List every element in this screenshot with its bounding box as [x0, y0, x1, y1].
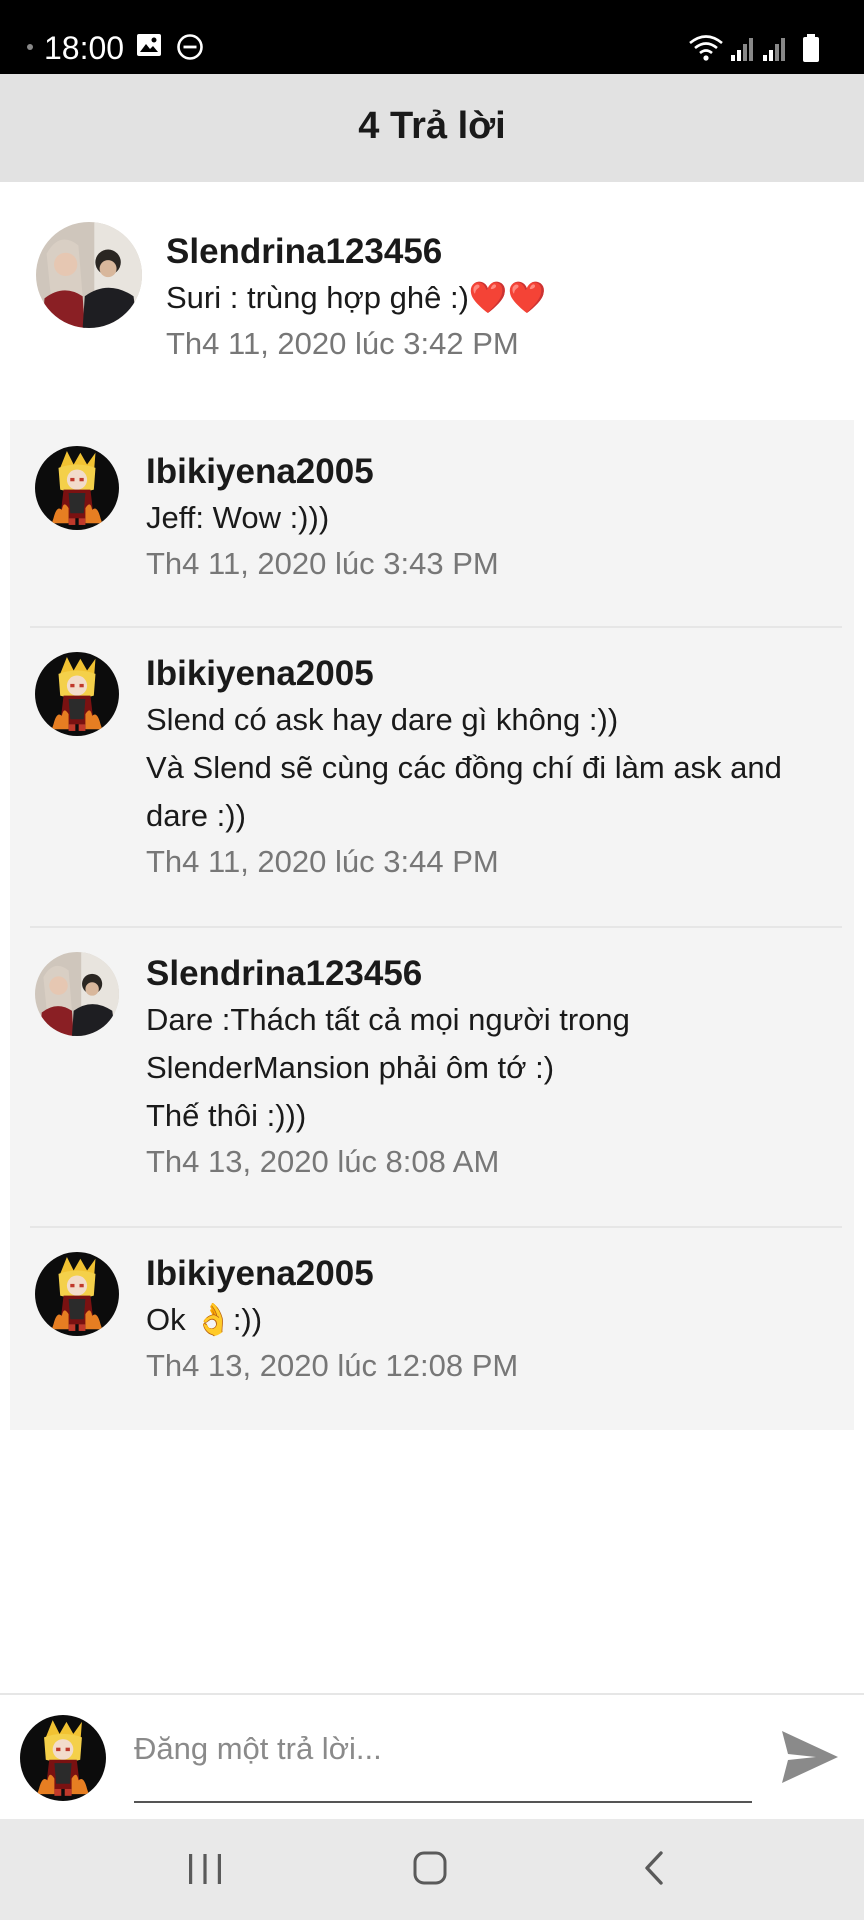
- signal-icon: [763, 38, 785, 61]
- battery-icon: [803, 34, 819, 62]
- reply-input[interactable]: [134, 1723, 752, 1775]
- anime-character-avatar[interactable]: [35, 652, 119, 736]
- reply-username[interactable]: Ibikiyena2005: [146, 1252, 518, 1296]
- reply-body: Ibikiyena2005 Ok 👌:)) Th4 13, 2020 lúc 1…: [146, 1252, 518, 1386]
- reply-item: Ibikiyena2005 Slend có ask hay dare gì k…: [10, 628, 854, 926]
- status-bar: 18:00: [0, 0, 864, 74]
- user-photo-avatar[interactable]: [36, 222, 142, 328]
- reply-body: Ibikiyena2005 Jeff: Wow :))) Th4 11, 202…: [146, 450, 499, 584]
- wifi-icon: [689, 35, 723, 61]
- reply-text: Dare :Thách tất cả mọi người trong Slend…: [146, 1002, 630, 1133]
- send-icon[interactable]: [780, 1729, 840, 1785]
- anime-character-avatar[interactable]: [35, 1252, 119, 1336]
- reply-date: Th4 11, 2020 lúc 3:44 PM: [146, 844, 499, 879]
- reply-username[interactable]: Slendrina123456: [146, 952, 706, 996]
- recents-icon[interactable]: [180, 1849, 230, 1891]
- status-time: 18:00: [44, 30, 125, 66]
- anime-character-avatar[interactable]: [35, 446, 119, 530]
- reply-body: Slendrina123456 Dare :Thách tất cả mọi n…: [146, 952, 706, 1182]
- back-icon[interactable]: [630, 1849, 680, 1891]
- reply-item: Ibikiyena2005 Jeff: Wow :))) Th4 11, 202…: [10, 420, 854, 626]
- gallery-icon: [137, 34, 161, 56]
- replies-list: Ibikiyena2005 Jeff: Wow :))) Th4 11, 202…: [10, 420, 854, 1430]
- comment-date: Th4 11, 2020 lúc 3:42 PM: [166, 326, 519, 361]
- reply-text: Ok 👌:)): [146, 1302, 263, 1337]
- reply-username[interactable]: Ibikiyena2005: [146, 652, 826, 696]
- reply-item: Slendrina123456 Dare :Thách tất cả mọi n…: [10, 928, 854, 1226]
- home-icon[interactable]: [405, 1849, 455, 1891]
- notification-dot: [27, 44, 33, 50]
- reply-text: Slend có ask hay dare gì không :)) Và Sl…: [146, 702, 782, 833]
- anime-character-avatar: [20, 1715, 106, 1801]
- replies-header: 4 Trả lời: [0, 74, 864, 182]
- system-navigation-bar: [0, 1819, 864, 1920]
- comment-username[interactable]: Slendrina123456: [166, 230, 546, 274]
- reply-text: Jeff: Wow :))): [146, 500, 330, 535]
- input-underline: [134, 1801, 752, 1803]
- user-photo-avatar[interactable]: [35, 952, 119, 1036]
- reply-date: Th4 13, 2020 lúc 8:08 AM: [146, 1144, 500, 1179]
- reply-username[interactable]: Ibikiyena2005: [146, 450, 499, 494]
- reply-date: Th4 13, 2020 lúc 12:08 PM: [146, 1348, 519, 1383]
- signal-icon: [731, 38, 753, 61]
- reply-composer: [0, 1693, 864, 1819]
- reply-date: Th4 11, 2020 lúc 3:43 PM: [146, 546, 499, 581]
- page-title: 4 Trả lời: [358, 105, 506, 147]
- parent-comment: Slendrina123456 Suri : trùng hợp ghê :)❤…: [0, 182, 864, 420]
- comment-body: Slendrina123456 Suri : trùng hợp ghê :)❤…: [166, 230, 546, 364]
- reply-body: Ibikiyena2005 Slend có ask hay dare gì k…: [146, 652, 826, 882]
- comment-text: Suri : trùng hợp ghê :)❤️❤️: [166, 280, 547, 315]
- reply-item: Ibikiyena2005 Ok 👌:)) Th4 13, 2020 lúc 1…: [10, 1228, 854, 1430]
- do-not-disturb-icon: [177, 34, 203, 60]
